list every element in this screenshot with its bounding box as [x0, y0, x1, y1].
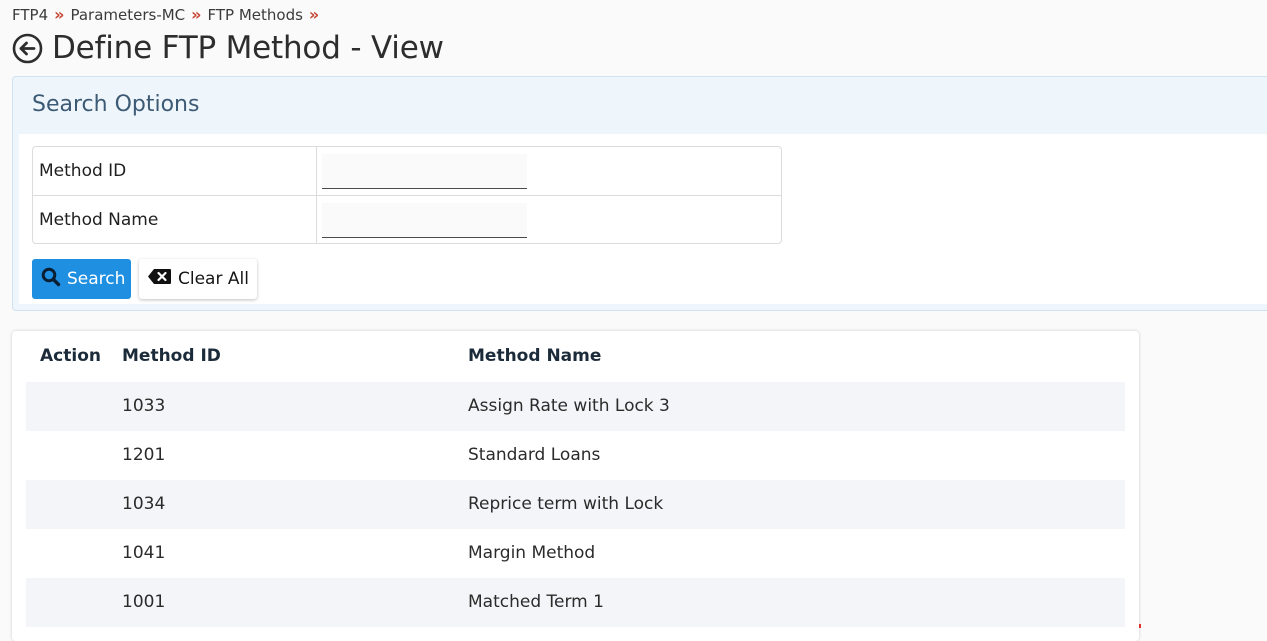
breadcrumb-separator: »	[191, 5, 202, 24]
search-options-body: Method ID Method Name Search Clear All	[19, 134, 1267, 304]
criteria-row-method-id: Method ID	[33, 147, 781, 196]
backspace-icon	[147, 268, 172, 290]
cell-method-id: 1034	[122, 494, 166, 514]
criteria-row-method-name: Method Name	[33, 196, 781, 244]
cell-method-id: 1001	[122, 592, 166, 612]
search-options-panel: Search Options Method ID Method Name Sea…	[12, 76, 1267, 311]
page-title: Define FTP Method - View	[52, 30, 444, 66]
search-criteria-table: Method ID Method Name	[32, 146, 782, 244]
table-row[interactable]: 1201 Standard Loans	[26, 431, 1125, 480]
results-table-header: Action Method ID Method Name	[12, 331, 1139, 381]
clear-all-button[interactable]: Clear All	[139, 259, 257, 299]
cell-method-name: Assign Rate with Lock 3	[468, 396, 670, 416]
search-button-label: Search	[67, 269, 126, 289]
page-header: Define FTP Method - View	[12, 30, 444, 66]
breadcrumb-item-parameters-mc[interactable]: Parameters-MC	[70, 6, 185, 24]
column-header-method-id[interactable]: Method ID	[122, 346, 221, 366]
cell-method-id: 1201	[122, 445, 166, 465]
table-row[interactable]: 1034 Reprice term with Lock	[26, 480, 1125, 529]
method-id-label: Method ID	[33, 147, 317, 195]
method-id-cell	[317, 147, 781, 195]
column-header-method-name[interactable]: Method Name	[468, 346, 601, 366]
table-row[interactable]: 1033 Assign Rate with Lock 3	[26, 382, 1125, 431]
table-row[interactable]: 1041 Margin Method	[26, 529, 1125, 578]
method-id-input[interactable]	[322, 154, 527, 189]
column-header-action[interactable]: Action	[40, 346, 101, 366]
red-marker	[1139, 624, 1141, 628]
cell-method-name: Matched Term 1	[468, 592, 604, 612]
breadcrumb-item-ftp4[interactable]: FTP4	[12, 6, 48, 24]
cell-method-id: 1033	[122, 396, 166, 416]
cell-method-name: Standard Loans	[468, 445, 601, 465]
search-icon	[41, 267, 61, 292]
cell-method-name: Reprice term with Lock	[468, 494, 664, 514]
cell-method-id: 1041	[122, 543, 166, 563]
breadcrumb-separator: »	[54, 5, 65, 24]
table-row[interactable]: 1001 Matched Term 1	[26, 578, 1125, 627]
results-table: Action Method ID Method Name 1033 Assign…	[12, 331, 1139, 641]
method-name-cell	[317, 196, 781, 244]
method-name-input[interactable]	[322, 203, 527, 238]
arrow-circle-left-icon[interactable]	[12, 33, 43, 64]
search-options-title: Search Options	[32, 92, 200, 117]
search-button[interactable]: Search	[32, 259, 131, 299]
cell-method-name: Margin Method	[468, 543, 596, 563]
breadcrumb-item-ftp-methods[interactable]: FTP Methods	[208, 6, 303, 24]
clear-all-button-label: Clear All	[178, 269, 249, 289]
breadcrumb: FTP4 » Parameters-MC » FTP Methods »	[12, 5, 325, 24]
breadcrumb-separator: »	[308, 5, 320, 24]
method-name-label: Method Name	[33, 196, 317, 244]
